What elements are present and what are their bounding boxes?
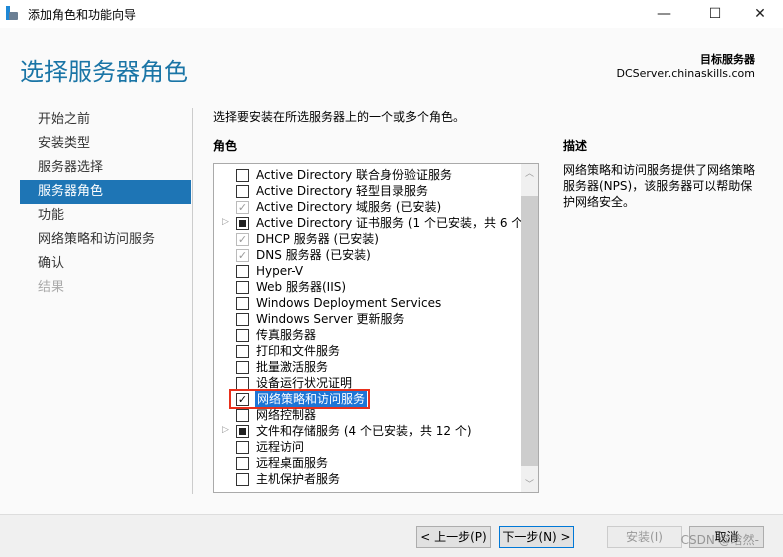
next-button[interactable]: 下一步(N) > bbox=[499, 526, 574, 548]
role-item[interactable]: Windows Server 更新服务 bbox=[214, 311, 522, 327]
role-checkbox[interactable] bbox=[236, 169, 249, 182]
wizard-footer: < 上一步(P) 下一步(N) > 安装(I) 取消 bbox=[0, 514, 783, 557]
role-item[interactable]: ▷ Active Directory 证书服务 (1 个已安装，共 6 个) bbox=[214, 215, 528, 231]
role-checkbox[interactable] bbox=[236, 361, 249, 374]
role-item[interactable]: Active Directory 联合身份验证服务 bbox=[214, 167, 522, 183]
role-label: DHCP 服务器 (已安装) bbox=[256, 232, 379, 246]
nav-step[interactable]: 安装类型 bbox=[20, 132, 191, 156]
watermark: CSDN @晗然- bbox=[680, 533, 759, 547]
role-checkbox[interactable]: ✓ bbox=[236, 201, 249, 214]
role-checkbox[interactable] bbox=[236, 409, 249, 422]
role-label: 主机保护者服务 bbox=[256, 472, 341, 486]
intro-text: 选择要安装在所选服务器上的一个或多个角色。 bbox=[213, 110, 466, 124]
nav-step[interactable]: 开始之前 bbox=[20, 108, 191, 132]
nav-step[interactable]: 确认 bbox=[20, 252, 191, 276]
role-item[interactable]: ✓ 网络策略和访问服务 bbox=[214, 389, 522, 409]
role-checkbox[interactable] bbox=[236, 265, 249, 278]
role-item[interactable]: Windows Deployment Services bbox=[214, 295, 522, 311]
role-item[interactable]: Hyper-V bbox=[214, 263, 522, 279]
role-label: 文件和存储服务 (4 个已安装，共 12 个) bbox=[256, 424, 472, 438]
previous-button[interactable]: < 上一步(P) bbox=[416, 526, 491, 548]
role-checkbox[interactable] bbox=[236, 473, 249, 486]
nav-step[interactable]: 功能 bbox=[20, 204, 191, 228]
role-checkbox[interactable] bbox=[236, 217, 249, 230]
role-item[interactable]: 主机保护者服务 bbox=[214, 471, 522, 487]
nav-step[interactable]: 服务器选择 bbox=[20, 156, 191, 180]
target-server-name: DCServer.chinaskills.com bbox=[616, 67, 756, 80]
role-item[interactable]: 远程访问 bbox=[214, 439, 522, 455]
wizard-app-icon bbox=[6, 6, 18, 20]
title-bar: 添加角色和功能向导 — ☐ ✕ bbox=[0, 0, 783, 28]
role-item[interactable]: ✓ Active Directory 域服务 (已安装) bbox=[214, 199, 522, 215]
nav-step[interactable]: 网络策略和访问服务 bbox=[20, 228, 191, 252]
close-button[interactable]: ✕ bbox=[737, 0, 783, 28]
role-label: Windows Server 更新服务 bbox=[256, 312, 405, 326]
minimize-button[interactable]: — bbox=[641, 0, 687, 28]
maximize-button[interactable]: ☐ bbox=[692, 0, 738, 28]
role-label: Active Directory 轻型目录服务 bbox=[256, 184, 429, 198]
target-server-info: 目标服务器 DCServer.chinaskills.com bbox=[617, 53, 756, 81]
role-item[interactable]: 批量激活服务 bbox=[214, 359, 522, 375]
role-item[interactable]: 传真服务器 bbox=[214, 327, 522, 343]
wizard-steps-nav: 开始之前 安装类型 服务器选择 服务器角色 功能 网络策略和访问服务 确认结果 bbox=[20, 108, 191, 300]
role-item[interactable]: 网络控制器 bbox=[214, 407, 522, 423]
role-checkbox[interactable]: ✓ bbox=[236, 233, 249, 246]
role-checkbox[interactable] bbox=[236, 457, 249, 470]
nav-step[interactable]: 服务器角色 bbox=[20, 180, 191, 204]
highlight-box bbox=[229, 389, 370, 409]
role-checkbox[interactable] bbox=[236, 281, 249, 294]
role-item[interactable]: ▷ 文件和存储服务 (4 个已安装，共 12 个) bbox=[214, 423, 522, 439]
role-checkbox[interactable] bbox=[236, 313, 249, 326]
role-checkbox[interactable] bbox=[236, 185, 249, 198]
role-checkbox[interactable] bbox=[236, 441, 249, 454]
description-header: 描述 bbox=[563, 139, 588, 153]
role-label: 远程访问 bbox=[256, 440, 305, 454]
role-checkbox[interactable] bbox=[236, 329, 249, 342]
role-item[interactable]: 打印和文件服务 bbox=[214, 343, 522, 359]
role-checkbox[interactable] bbox=[236, 425, 249, 438]
roles-scrollbar[interactable]: ︿ ﹀ bbox=[521, 164, 538, 492]
role-item[interactable]: ✓ DHCP 服务器 (已安装) bbox=[214, 231, 522, 247]
role-item[interactable]: Web 服务器(IIS) bbox=[214, 279, 522, 295]
role-item[interactable]: Active Directory 轻型目录服务 bbox=[214, 183, 522, 199]
role-item[interactable]: ✓ DNS 服务器 (已安装) bbox=[214, 247, 522, 263]
role-description: 网络策略和访问服务提供了网络策略服务器(NPS)，该服务器可以帮助保护网络安全。 bbox=[563, 163, 756, 209]
role-label: DNS 服务器 (已安装) bbox=[256, 248, 371, 262]
role-label: 打印和文件服务 bbox=[256, 344, 341, 358]
scrollbar-thumb[interactable] bbox=[521, 196, 538, 466]
role-checkbox[interactable] bbox=[236, 345, 249, 358]
roles-header: 角色 bbox=[213, 139, 238, 153]
expand-arrow-icon[interactable]: ▷ bbox=[222, 217, 229, 227]
scroll-up-icon[interactable]: ︿ bbox=[521, 166, 538, 179]
roles-list[interactable]: Active Directory 联合身份验证服务 Active Director… bbox=[213, 163, 539, 493]
divider bbox=[192, 108, 193, 494]
role-checkbox[interactable]: ✓ bbox=[236, 249, 249, 262]
window-title: 添加角色和功能向导 bbox=[28, 8, 137, 22]
expand-arrow-icon[interactable]: ▷ bbox=[222, 425, 229, 435]
role-item[interactable]: 远程桌面服务 bbox=[214, 455, 522, 471]
role-checkbox[interactable] bbox=[236, 297, 249, 310]
role-label: Hyper-V bbox=[256, 264, 304, 278]
role-label: 传真服务器 bbox=[256, 328, 317, 342]
role-label: Active Directory 证书服务 (1 个已安装，共 6 个) bbox=[256, 216, 528, 230]
scroll-down-icon[interactable]: ﹀ bbox=[521, 477, 538, 490]
role-label: Windows Deployment Services bbox=[256, 296, 442, 310]
target-server-label: 目标服务器 bbox=[700, 53, 755, 66]
role-label: 网络控制器 bbox=[256, 408, 317, 422]
page-title: 选择服务器角色 bbox=[20, 58, 188, 86]
role-label: Active Directory 域服务 (已安装) bbox=[256, 200, 442, 214]
nav-step: 结果 bbox=[38, 280, 65, 295]
install-button[interactable]: 安装(I) bbox=[607, 526, 682, 548]
role-label: Active Directory 联合身份验证服务 bbox=[256, 168, 453, 182]
role-label: 批量激活服务 bbox=[256, 360, 329, 374]
role-label: 远程桌面服务 bbox=[256, 456, 329, 470]
role-label: Web 服务器(IIS) bbox=[256, 280, 347, 294]
